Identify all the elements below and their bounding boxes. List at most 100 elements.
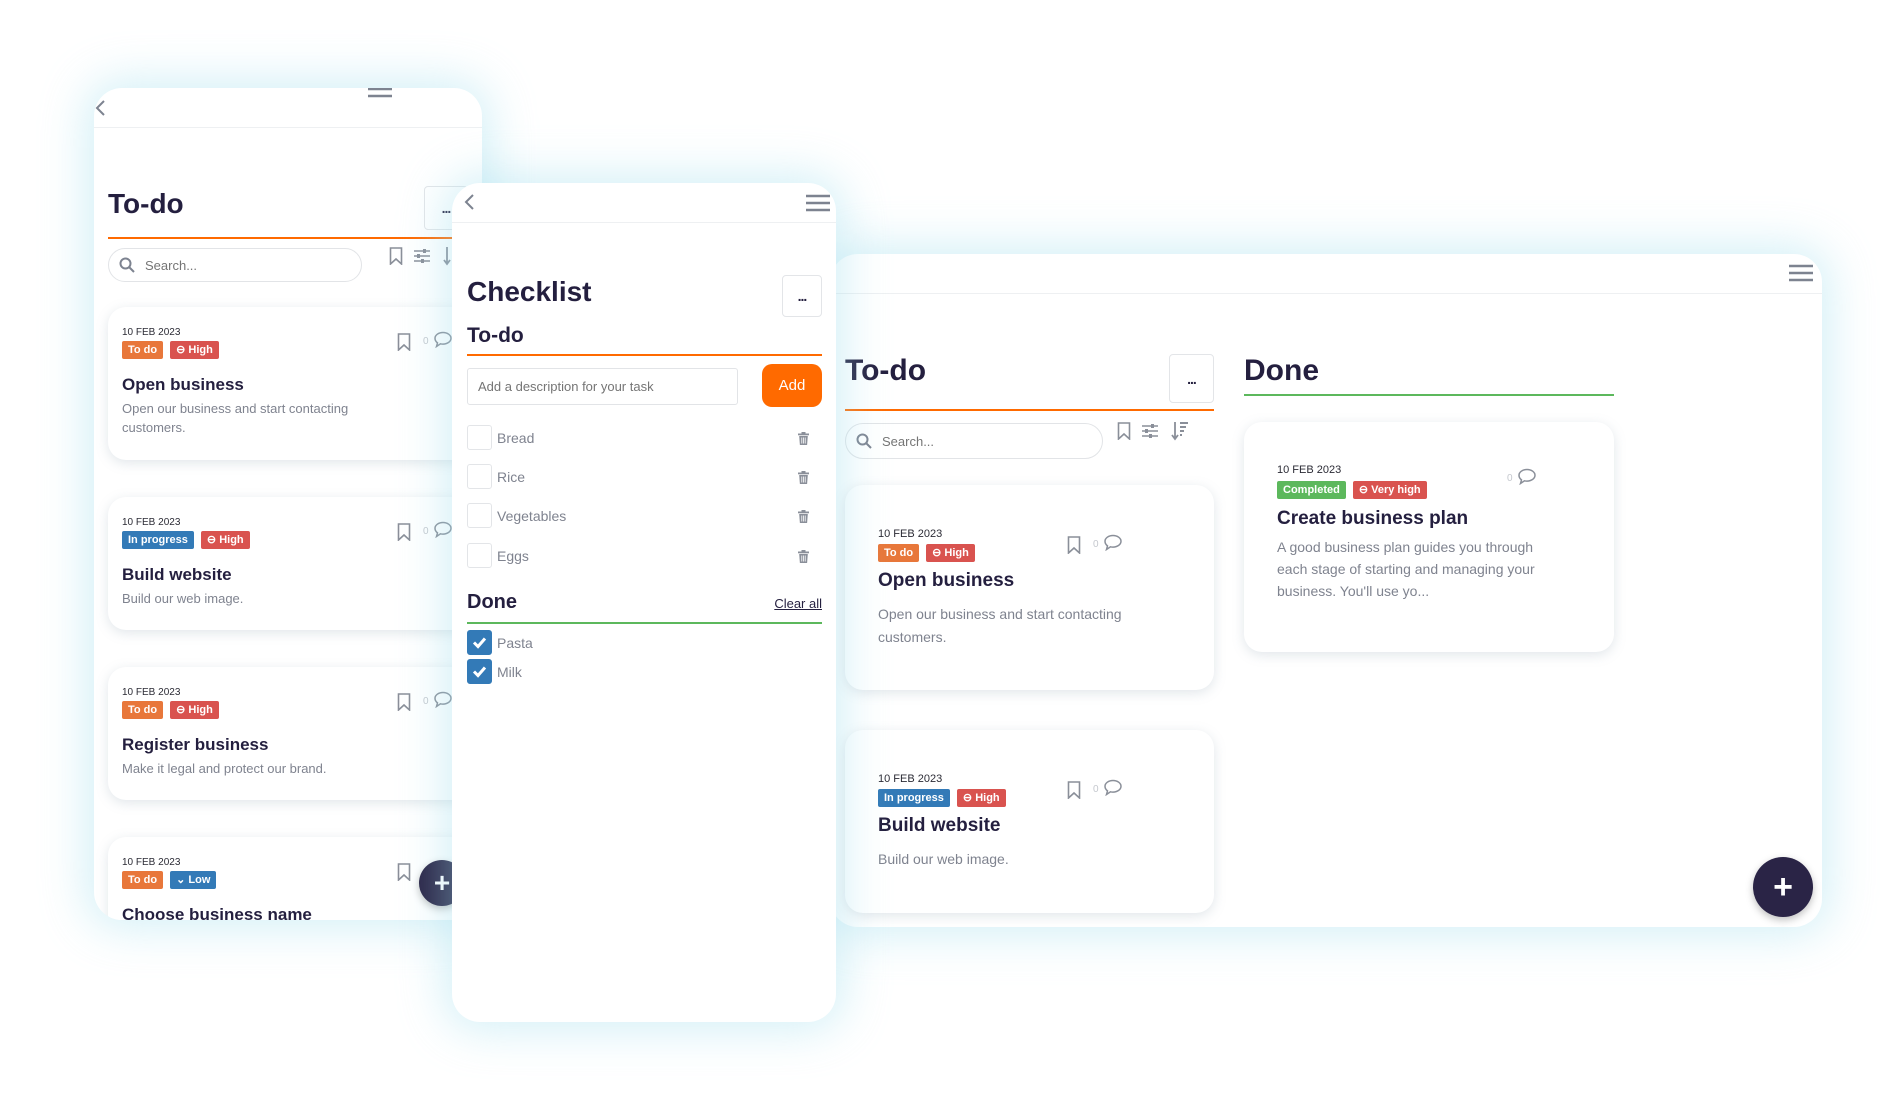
item-checkbox[interactable]: [467, 630, 492, 655]
priority-icon: ⊖: [962, 792, 976, 804]
priority-icon: ⌄: [176, 874, 189, 886]
chevron-left-icon[interactable]: [463, 194, 475, 210]
more-button[interactable]: ...: [1169, 354, 1214, 403]
sort-icon[interactable]: [1171, 421, 1189, 446]
bookmark-icon[interactable]: [1067, 536, 1081, 559]
card-badges: In progress ⊖ High: [878, 789, 1006, 807]
hamburger-menu-icon[interactable]: [1788, 264, 1814, 282]
more-button[interactable]: ...: [782, 275, 822, 317]
priority-badge: ⊖ High: [926, 544, 975, 562]
todo-divider: [108, 237, 468, 239]
status-badge: In progress: [878, 789, 950, 807]
task-card[interactable]: 10 FEB 2023 In progress ⊖ High Build web…: [108, 497, 482, 630]
status-badge: Completed: [1277, 481, 1346, 499]
item-checkbox[interactable]: [467, 425, 492, 450]
add-task-button[interactable]: +: [1753, 857, 1813, 917]
comment-icon[interactable]: [1103, 534, 1123, 556]
clear-all-link[interactable]: Clear all: [774, 596, 822, 611]
status-badge: To do: [122, 341, 164, 359]
bookmark-icon[interactable]: [397, 523, 411, 546]
priority-label: High: [219, 534, 244, 546]
comment-count: 0: [423, 336, 429, 347]
card-title: Build website: [878, 815, 1001, 836]
search-box[interactable]: [108, 248, 362, 282]
item-checkbox[interactable]: [467, 543, 492, 568]
todo-heading: To-do: [467, 324, 524, 347]
comment-icon[interactable]: [1103, 779, 1123, 801]
card-title: Build website: [122, 565, 232, 584]
priority-label: Low: [188, 874, 211, 886]
bookmark-icon[interactable]: [389, 247, 403, 270]
item-label: Eggs: [497, 548, 529, 564]
status-badge: To do: [878, 544, 920, 562]
card-description: A good business plan guides you through …: [1277, 539, 1535, 599]
priority-badge: ⊖ Very high: [1352, 481, 1427, 499]
trash-icon[interactable]: [798, 471, 809, 489]
comment-icon[interactable]: [1517, 468, 1537, 490]
task-card[interactable]: 10 FEB 2023 Completed ⊖ Very high Create…: [1244, 422, 1614, 652]
comment-count: 0: [1093, 784, 1099, 795]
checkmark-icon: [467, 630, 492, 660]
trash-icon[interactable]: [798, 432, 809, 450]
card-badges: To do ⊖ High: [878, 544, 975, 562]
card-date: 10 FEB 2023: [122, 687, 181, 698]
page-title: Checklist: [467, 276, 592, 307]
comment-icon[interactable]: [433, 521, 453, 543]
search-box[interactable]: [845, 423, 1103, 459]
comment-icon[interactable]: [433, 691, 453, 713]
bookmark-icon[interactable]: [1117, 422, 1131, 445]
priority-icon: ⊖: [206, 534, 220, 546]
bookmark-icon[interactable]: [397, 693, 411, 716]
card-description: Build our web image.: [122, 591, 244, 606]
item-checkbox[interactable]: [467, 503, 492, 528]
comment-count: 0: [1507, 473, 1513, 484]
trash-icon[interactable]: [798, 550, 809, 568]
card-date: 10 FEB 2023: [878, 773, 943, 785]
priority-label: High: [188, 704, 213, 716]
sliders-icon[interactable]: [413, 248, 431, 269]
card-title: Create business plan: [1277, 508, 1469, 529]
checklist-window: Checklist ... To-do Add Bread Rice Veget…: [452, 183, 836, 1022]
item-checkbox[interactable]: [467, 659, 492, 684]
chevron-left-icon[interactable]: [94, 100, 106, 116]
checklist-item: Eggs: [452, 543, 836, 569]
sliders-icon[interactable]: [1141, 423, 1159, 444]
bookmark-icon[interactable]: [1067, 781, 1081, 804]
bookmark-icon[interactable]: [397, 863, 411, 886]
card-description: Build our web image.: [878, 851, 1009, 867]
todo-divider: [467, 354, 822, 356]
priority-badge: ⊖ High: [170, 341, 219, 359]
card-date: 10 FEB 2023: [122, 517, 181, 528]
comment-icon[interactable]: [433, 331, 453, 353]
priority-icon: ⊖: [176, 344, 189, 356]
column-title: Done: [1244, 354, 1319, 387]
add-button[interactable]: Add: [762, 364, 822, 407]
board-window: To-do ... 10 FEB 2023 To do ⊖ High Open …: [830, 254, 1822, 927]
hamburger-menu-icon[interactable]: [367, 88, 393, 98]
card-date: 10 FEB 2023: [878, 528, 943, 540]
task-card[interactable]: 10 FEB 2023 To do ⊖ High Register busine…: [108, 667, 482, 800]
task-description-input[interactable]: [467, 368, 738, 405]
checklist-item-done: Milk: [452, 659, 836, 685]
hamburger-menu-icon[interactable]: [805, 194, 831, 212]
search-input[interactable]: [882, 433, 1055, 449]
task-card[interactable]: 10 FEB 2023 To do ⊖ High Open business O…: [845, 485, 1214, 690]
bookmark-icon[interactable]: [397, 333, 411, 356]
checklist-item: Vegetables: [452, 503, 836, 529]
card-badges: To do ⌄ Low: [122, 871, 217, 889]
card-title: Open business: [878, 570, 1015, 591]
search-input[interactable]: [145, 257, 315, 273]
card-title: Register business: [122, 735, 269, 754]
card-description: Open our business and start contacting c…: [878, 606, 1122, 645]
item-label: Bread: [497, 430, 535, 446]
task-card[interactable]: 10 FEB 2023 In progress ⊖ High Build web…: [845, 730, 1214, 913]
todo-divider: [845, 409, 1214, 411]
task-card[interactable]: 10 FEB 2023 To do ⊖ High Open business O…: [108, 307, 482, 460]
card-badges: In progress ⊖ High: [122, 531, 250, 549]
trash-icon[interactable]: [798, 510, 809, 528]
item-checkbox[interactable]: [467, 464, 492, 489]
card-description: Open our business and start contacting c…: [122, 401, 349, 435]
card-date: 10 FEB 2023: [1277, 464, 1342, 476]
comment-count: 0: [423, 526, 429, 537]
priority-badge: ⊖ High: [200, 531, 250, 549]
